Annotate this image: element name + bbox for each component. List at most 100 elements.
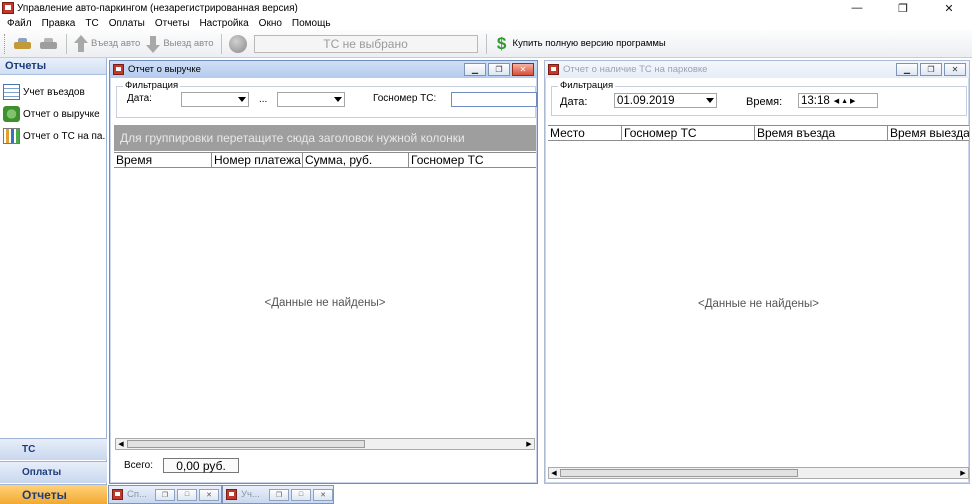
- parking-restore-button[interactable]: ❐: [920, 63, 942, 76]
- minimized-window-label: Сп...: [127, 489, 147, 500]
- minimized-window-spravochnik[interactable]: Сп... ❐ □ ✕: [108, 485, 222, 504]
- column-header-entry-time[interactable]: Время въезда: [755, 126, 888, 140]
- report-icon: [226, 489, 237, 500]
- maximize-icon[interactable]: □: [291, 488, 311, 501]
- nav-item-label: Отчет о выручке: [23, 108, 100, 120]
- group-by-panel[interactable]: Для группировки перетащите сюда заголово…: [114, 125, 536, 151]
- parking-time-value: 13:18: [801, 94, 830, 107]
- chevron-down-icon[interactable]: [334, 97, 342, 102]
- navigation-panel: Отчеты Учет въездов Отчет о выручке Отче…: [0, 58, 107, 504]
- column-header-plate[interactable]: Госномер ТС: [622, 126, 755, 140]
- vehicle-exit-label: Выезд авто: [163, 38, 214, 49]
- table-icon: [3, 84, 20, 100]
- total-label: Всего:: [124, 460, 153, 471]
- plate-input[interactable]: [451, 92, 537, 107]
- vehicle-exit-button[interactable]: Выезд авто: [143, 33, 216, 55]
- parking-minimize-button[interactable]: ▁: [896, 63, 918, 76]
- vehicle-entry-button[interactable]: Въезд авто: [71, 33, 143, 55]
- menu-payments[interactable]: Оплаты: [104, 18, 150, 29]
- menu-reports[interactable]: Отчеты: [150, 18, 195, 29]
- revenue-close-button[interactable]: ✕: [512, 63, 534, 76]
- scroll-thumb[interactable]: [127, 440, 365, 448]
- date-label: Дата:: [560, 96, 588, 108]
- toolbar-grip[interactable]: [4, 33, 7, 54]
- revenue-total: Всего: 0,00 руб.: [124, 458, 239, 473]
- scroll-left-icon[interactable]: ◀: [116, 439, 126, 449]
- maximize-icon[interactable]: □: [177, 488, 197, 501]
- plate-label: Госномер ТС:: [373, 93, 437, 104]
- column-header-exit-time[interactable]: Время выезда: [888, 126, 969, 140]
- nav-item-label: Отчет о ТС на па...: [23, 130, 106, 142]
- spinner-arrows-icon[interactable]: ◀ ▲ ▶: [834, 97, 856, 105]
- close-icon[interactable]: ✕: [313, 488, 333, 501]
- column-header-amount[interactable]: Сумма, руб.: [303, 153, 409, 167]
- minimized-window-entries[interactable]: Уч... ❐ □ ✕: [222, 485, 334, 504]
- menu-settings[interactable]: Настройка: [194, 18, 253, 29]
- stop-button[interactable]: [226, 33, 250, 55]
- column-header-time[interactable]: Время: [114, 153, 212, 167]
- nav-item-entries[interactable]: Учет въездов: [0, 81, 106, 103]
- vehicle-entry-label: Въезд авто: [91, 38, 141, 49]
- revenue-horizontal-scrollbar[interactable]: ◀ ▶: [115, 438, 535, 450]
- parking-close-button[interactable]: ✕: [944, 63, 966, 76]
- chevron-down-icon[interactable]: [706, 98, 714, 103]
- total-value: 0,00 руб.: [163, 458, 239, 473]
- column-header-plate[interactable]: Госномер ТС: [409, 153, 536, 167]
- parking-empty-message: <Данные не найдены>: [697, 298, 819, 310]
- nav-item-parking[interactable]: Отчет о ТС на па...: [0, 125, 106, 147]
- restore-icon[interactable]: ❐: [269, 488, 289, 501]
- add-vehicle-button[interactable]: [10, 33, 36, 55]
- parking-report-window: Отчет о наличие ТС на парковке ▁ ❐ ✕ Фил…: [544, 60, 970, 484]
- nav-group-vehicles[interactable]: ТС: [0, 438, 107, 460]
- menu-file[interactable]: Файл: [2, 18, 37, 29]
- scroll-right-icon[interactable]: ▶: [958, 468, 968, 478]
- nav-group-reports[interactable]: Отчеты: [0, 484, 107, 504]
- menu-window[interactable]: Окно: [254, 18, 287, 29]
- menu-edit[interactable]: Правка: [37, 18, 81, 29]
- chevron-down-icon[interactable]: [238, 97, 246, 102]
- app-icon: [2, 2, 14, 14]
- toolbar-separator: [66, 33, 67, 54]
- record-icon: [228, 34, 247, 53]
- edit-vehicle-button[interactable]: [36, 33, 62, 55]
- parking-horizontal-scrollbar[interactable]: ◀ ▶: [548, 467, 969, 479]
- parking-date-combo[interactable]: 01.09.2019: [614, 93, 717, 108]
- nav-item-label: Учет въездов: [23, 86, 85, 98]
- car-add-icon: [13, 35, 33, 53]
- time-label: Время:: [746, 96, 783, 108]
- menu-vehicles[interactable]: ТС: [80, 18, 103, 29]
- close-icon[interactable]: ✕: [199, 488, 219, 501]
- window-title: Управление авто-паркингом (незарегистрир…: [17, 2, 298, 14]
- revenue-window-caption[interactable]: Отчет о выручке ▁ ❐ ✕: [110, 61, 537, 78]
- parking-grid-header: Место Госномер ТС Время въезда Время вые…: [548, 125, 969, 141]
- scroll-right-icon[interactable]: ▶: [524, 439, 534, 449]
- nav-group-payments[interactable]: Оплаты: [0, 461, 107, 483]
- date-range-separator: ...: [259, 94, 268, 105]
- toolbar-separator: [220, 33, 222, 54]
- toolbar: Въезд авто Выезд авто ТС не выбрано $ Ку…: [0, 30, 972, 58]
- menu-help[interactable]: Помощь: [287, 18, 336, 29]
- parking-window-caption[interactable]: Отчет о наличие ТС на парковке ▁ ❐ ✕: [545, 61, 969, 78]
- nav-header: Отчеты: [0, 58, 106, 75]
- parking-date-value: 01.09.2019: [617, 94, 675, 107]
- scroll-thumb[interactable]: [560, 469, 798, 477]
- nav-item-revenue[interactable]: Отчет о выручке: [0, 103, 106, 125]
- filter-legend: Фильтрация: [123, 80, 181, 91]
- column-header-spot[interactable]: Место: [548, 126, 622, 140]
- close-button[interactable]: ✕: [926, 0, 972, 16]
- date-from-combo[interactable]: [181, 92, 249, 107]
- scroll-left-icon[interactable]: ◀: [549, 468, 559, 478]
- selected-vehicle-field[interactable]: ТС не выбрано: [253, 34, 478, 53]
- chart-icon: [3, 128, 20, 144]
- window-controls: — ❐ ✕: [834, 0, 972, 16]
- maximize-button[interactable]: ❐: [880, 0, 926, 16]
- date-to-combo[interactable]: [277, 92, 345, 107]
- arrow-up-icon: [74, 34, 88, 53]
- minimize-button[interactable]: —: [834, 0, 880, 16]
- buy-full-version-button[interactable]: $ Купить полную версию программы: [491, 33, 669, 55]
- column-header-payment-number[interactable]: Номер платежа: [212, 153, 303, 167]
- revenue-restore-button[interactable]: ❐: [488, 63, 510, 76]
- revenue-minimize-button[interactable]: ▁: [464, 63, 486, 76]
- parking-time-spinner[interactable]: 13:18 ◀ ▲ ▶: [798, 93, 878, 108]
- restore-icon[interactable]: ❐: [155, 488, 175, 501]
